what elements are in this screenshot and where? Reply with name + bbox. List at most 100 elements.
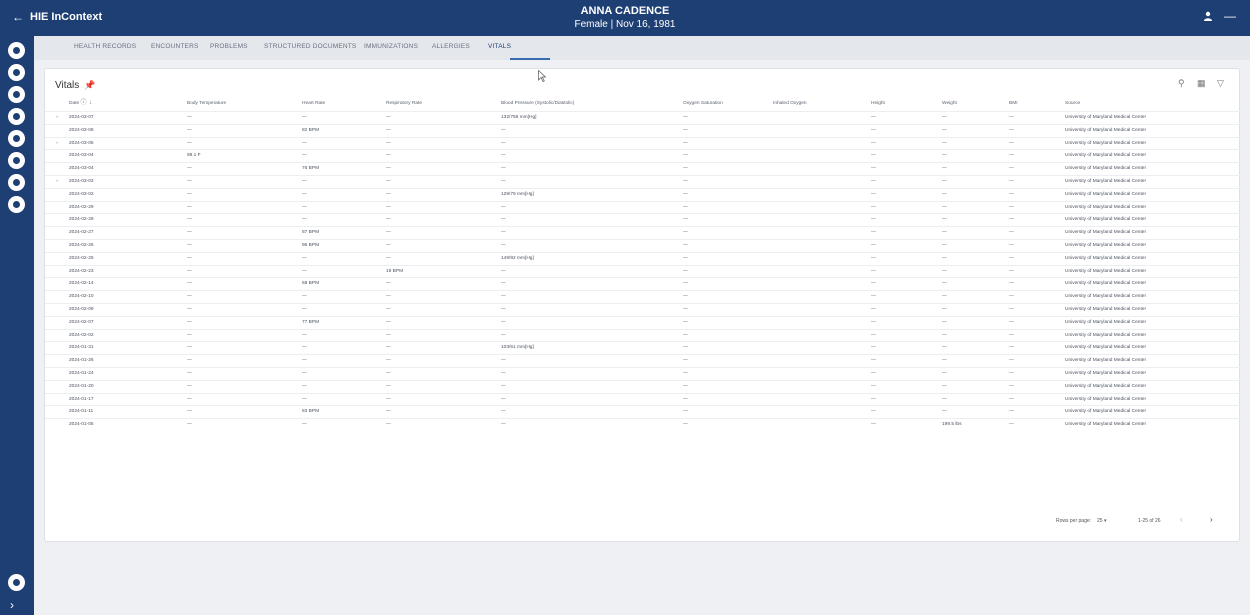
column-header-heart-rate[interactable]: Heart Rate	[302, 96, 386, 112]
table-row[interactable]: 2024-02-26—96 BPM — — — — — — University of Mar…	[45, 238, 1241, 253]
table-row[interactable]: 2024-02-25— — —149/92 mm[Hg] — — — — University…	[45, 251, 1241, 266]
table-row[interactable]: 2024-01-20— — — — — — — — University of Maryland…	[45, 379, 1241, 394]
pagination-range: 1-25 of 26	[1138, 518, 1161, 524]
rail-grid-icon[interactable]	[8, 174, 25, 191]
table-row[interactable]: 2024-02-09— — — — — — — — University of Maryland…	[45, 302, 1241, 317]
table-row[interactable]: 2024-01-05— — — — — —199.5 lbs — University of …	[45, 418, 1241, 431]
filter-icon[interactable]: ▽	[1217, 78, 1224, 89]
cell-height: —	[871, 238, 942, 253]
rail-document-icon[interactable]	[8, 86, 25, 103]
sort-arrow-icon[interactable]: ↓	[89, 100, 92, 106]
column-header-weight[interactable]: Weight	[942, 96, 1009, 112]
user-icon[interactable]	[1202, 10, 1214, 22]
pin-icon[interactable]: 📌	[84, 80, 95, 90]
table-row[interactable]: › 2024-03-03— — — — — — — — University of Marylan…	[45, 174, 1241, 189]
cell-date: 2024-03-05	[69, 136, 187, 150]
cell-oxygen-saturation: —	[683, 264, 773, 278]
row-expand-cell	[45, 264, 69, 278]
table-row[interactable]: 2024-01-11—83 BPM — — — — — — University of Mar…	[45, 405, 1241, 419]
cell-blood-pressure: —	[501, 354, 683, 368]
column-header-height[interactable]: Height	[871, 96, 942, 112]
rail-person-icon[interactable]	[8, 130, 25, 147]
tab-problems[interactable]: PROBLEMS	[210, 43, 248, 50]
tab-vitals[interactable]: VITALS	[488, 43, 511, 50]
cell-inhaled-oxygen	[773, 251, 871, 266]
table-row[interactable]: 2024-02-02— — — — — — — — University of Maryland…	[45, 328, 1241, 342]
rail-home-icon[interactable]	[8, 42, 25, 59]
column-header-respiratory-rate[interactable]: Respiratory Rate	[386, 96, 501, 112]
cell-respiratory-rate: —	[386, 162, 501, 176]
column-header-source[interactable]: Source	[1065, 96, 1241, 112]
column-header-body-temperature[interactable]: Body Temperature	[187, 96, 302, 112]
row-expand-cell	[45, 200, 69, 214]
table-row[interactable]: 2024-03-04 98.1 F — — — — — — — University of Mar…	[45, 149, 1241, 163]
rail-expand-icon[interactable]: ›	[10, 598, 14, 612]
tab-health-records[interactable]: HEALTH RECORDS	[74, 43, 136, 50]
table-row[interactable]: 2024-02-29— — — — — — — — University of Maryland…	[45, 200, 1241, 214]
table-row[interactable]: 2024-02-14—68 BPM — — — — — — University of Mar…	[45, 277, 1241, 291]
table-row[interactable]: 2024-01-17— — — — — — — — University of Maryland…	[45, 392, 1241, 406]
table-row[interactable]: 2024-02-28— — — — — — — — University of Maryland…	[45, 213, 1241, 227]
cell-weight: —	[942, 187, 1009, 202]
cell-respiratory-rate: —	[386, 354, 501, 368]
row-expand-cell	[45, 392, 69, 406]
cell-height: —	[871, 341, 942, 355]
cell-blood-pressure: —	[501, 315, 683, 330]
column-header-bmi[interactable]: BMI	[1009, 96, 1065, 112]
tab-allergies[interactable]: ALLERGIES	[432, 43, 470, 50]
tab-encounters[interactable]: ENCOUNTERS	[151, 43, 199, 50]
table-row[interactable]: 2024-01-31— — —103/61 mm[Hg] — — — — University…	[45, 341, 1241, 355]
rows-per-page-select[interactable]: 25 ▾	[1097, 518, 1106, 524]
cell-oxygen-saturation: —	[683, 366, 773, 381]
cell-heart-rate: —	[302, 354, 386, 368]
cell-weight: —	[942, 341, 1009, 355]
minimize-button[interactable]: —	[1224, 9, 1236, 23]
table-row[interactable]: 2024-03-04—76 BPM — — — — — — University of Mar…	[45, 162, 1241, 176]
rail-chart-icon[interactable]	[8, 108, 25, 125]
cell-source: University of Maryland Medical Center	[1065, 328, 1241, 342]
next-page-icon[interactable]: ›	[1210, 515, 1213, 524]
cell-blood-pressure: 132/756 mm[Hg]	[501, 111, 683, 125]
tab-structured-documents[interactable]: STRUCTURED DOCUMENTS	[264, 43, 356, 50]
column-header-oxygen-saturation[interactable]: Oxygen Saturation	[683, 96, 773, 112]
cell-heart-rate: —	[302, 136, 386, 150]
cell-heart-rate: 77 BPM	[302, 315, 386, 330]
table-row[interactable]: 2024-02-10— — — — — — — — University of Maryland…	[45, 290, 1241, 304]
cell-source: University of Maryland Medical Center	[1065, 277, 1241, 291]
info-icon[interactable]: ⓘ	[80, 100, 86, 106]
table-row[interactable]: 2024-01-24— — — — — — — — University of Maryland…	[45, 366, 1241, 381]
cell-blood-pressure: —	[501, 200, 683, 214]
rail-list-icon[interactable]	[8, 152, 25, 169]
cell-bmi: —	[1009, 341, 1065, 355]
row-expand-icon[interactable]: ›	[45, 136, 69, 150]
table-row[interactable]: › 2024-03-07— — —132/756 mm[Hg] — — — — Universi…	[45, 111, 1241, 125]
table-row[interactable]: 2024-02-27—87 BPM — — — — — — University of Mar…	[45, 226, 1241, 240]
cell-respiratory-rate: —	[386, 277, 501, 291]
cell-bmi: —	[1009, 418, 1065, 431]
column-header-date[interactable]: Date ⓘ ↓	[69, 96, 187, 112]
cell-heart-rate: —	[302, 290, 386, 304]
rail-account-icon[interactable]	[8, 574, 25, 591]
rail-edit-icon[interactable]	[8, 64, 25, 81]
columns-icon[interactable]: ▦	[1197, 78, 1206, 89]
cell-source: University of Maryland Medical Center	[1065, 213, 1241, 227]
column-header-blood-pressure[interactable]: Blood Pressure (Systolic/Diastolic)	[501, 96, 683, 112]
row-expand-cell	[45, 379, 69, 394]
row-expand-icon[interactable]: ›	[45, 174, 69, 189]
table-row[interactable]: 2024-03-06—82 BPM — — — — — — University of Mar…	[45, 123, 1241, 138]
table-row[interactable]: › 2024-03-05— — — — — — — — University of Marylan…	[45, 136, 1241, 150]
rail-settings-icon[interactable]	[8, 196, 25, 213]
cell-height: —	[871, 418, 942, 431]
table-row[interactable]: 2024-01-26— — — — — — — — University of Maryland…	[45, 354, 1241, 368]
column-header-inhaled-oxygen[interactable]: Inhaled Oxygen	[773, 96, 871, 112]
cell-date: 2024-03-04	[69, 149, 187, 163]
tab-immunizations[interactable]: IMMUNIZATIONS	[364, 43, 418, 50]
table-row[interactable]: 2024-02-23— —19 BPM — — — — — University of Mar…	[45, 264, 1241, 278]
cell-bmi: —	[1009, 405, 1065, 419]
table-row[interactable]: 2024-02-07—77 BPM — — — — — — University of Mar…	[45, 315, 1241, 330]
search-icon[interactable]: ⚲	[1178, 78, 1185, 89]
previous-page-icon[interactable]: ‹	[1180, 515, 1183, 524]
table-row[interactable]: 2024-03-02— — —129/79 mm[Hg] — — — — University…	[45, 187, 1241, 202]
cell-blood-pressure: —	[501, 213, 683, 227]
row-expand-icon[interactable]: ›	[45, 111, 69, 125]
